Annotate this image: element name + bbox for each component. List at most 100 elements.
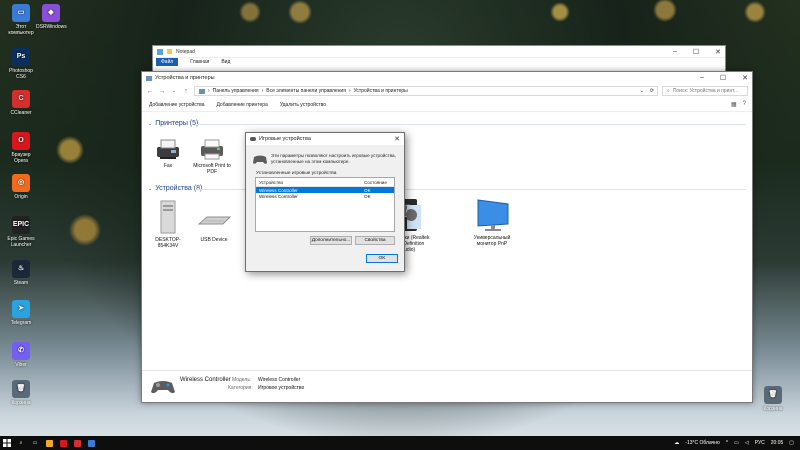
weather-text[interactable]: -13°C Облачно bbox=[685, 440, 720, 446]
start-button[interactable] bbox=[0, 436, 14, 450]
address-bar[interactable]: › Панель управления › Все элементы панел… bbox=[194, 86, 658, 96]
maximize-icon[interactable]: ☐ bbox=[720, 74, 726, 82]
app-icon: 🗑 bbox=[12, 380, 30, 398]
gamepad-icon bbox=[405, 209, 417, 221]
desktop-icon[interactable]: ➤ Telegram bbox=[6, 300, 36, 326]
tab-view[interactable]: Вид bbox=[221, 59, 230, 65]
gamepad-icon bbox=[250, 137, 256, 141]
device-desktop[interactable]: DESKTOP-854K34V bbox=[148, 200, 188, 249]
notifications-icon[interactable]: ▢ bbox=[789, 440, 794, 446]
devices-group-header[interactable]: ⌄ Устройства (8) bbox=[148, 185, 202, 192]
language-indicator[interactable]: РУС bbox=[755, 440, 765, 446]
weather-icon[interactable]: ☁ bbox=[674, 440, 679, 446]
properties-button[interactable]: Свойства bbox=[355, 236, 395, 245]
printers-group-header[interactable]: ⌄ Принтеры (5) bbox=[148, 120, 198, 127]
printers-group-title: Принтеры (5) bbox=[155, 120, 199, 127]
list-item[interactable]: Wireless Controller OK bbox=[256, 193, 394, 199]
refresh-icon[interactable]: ⟳ bbox=[650, 88, 654, 94]
explorer-titlebar[interactable]: Устройства и принтеры bbox=[142, 72, 752, 84]
tab-file[interactable]: Файл bbox=[156, 58, 179, 66]
chevron-down-icon[interactable]: ⌄ bbox=[148, 121, 152, 127]
forward-arrow-icon[interactable]: → bbox=[158, 88, 166, 95]
taskbar-app-control-panel[interactable] bbox=[84, 436, 98, 450]
dialog-titlebar[interactable]: Игровые устройства bbox=[246, 133, 404, 145]
opera-icon bbox=[59, 439, 67, 447]
game-controllers-dialog[interactable]: Игровые устройства ✕ Эти параметры позво… bbox=[245, 132, 405, 272]
device-controller-selected[interactable] bbox=[405, 205, 421, 229]
device-usb[interactable]: USB Device bbox=[194, 200, 234, 243]
devices-group-title: Устройства (8) bbox=[155, 185, 203, 192]
device-label: DESKTOP-854K34V bbox=[155, 237, 181, 249]
ok-button[interactable]: OK bbox=[366, 254, 398, 263]
taskbar-app-ccleaner[interactable] bbox=[70, 436, 84, 450]
group-divider bbox=[197, 124, 746, 125]
add-printer-button[interactable]: Добавление принтера bbox=[216, 102, 267, 108]
desktop-icon-label: Epic Games Launcher bbox=[7, 236, 35, 248]
desktop-icon-recycle-bin[interactable]: 🗑 Корзина bbox=[758, 386, 788, 412]
search-icon[interactable]: ⌕ bbox=[14, 436, 28, 450]
controllers-list[interactable]: Устройство Состояние Wireless Controller… bbox=[255, 177, 395, 232]
device-label: Универсальный монитор PnP bbox=[473, 235, 511, 247]
gamepad-icon bbox=[151, 381, 175, 394]
clock[interactable]: 20:05 bbox=[771, 440, 784, 446]
device-cell: Wireless Controller bbox=[259, 193, 298, 199]
volume-icon[interactable]: ◁ bbox=[745, 440, 749, 446]
desktop-icon[interactable]: 🗑 Корзина bbox=[6, 380, 36, 406]
taskbar-app-explorer[interactable] bbox=[42, 436, 56, 450]
add-device-button[interactable]: Добавление устройства bbox=[149, 102, 204, 108]
network-icon[interactable]: ▭ bbox=[734, 440, 739, 446]
view-options-icon[interactable]: ▦ bbox=[731, 101, 737, 108]
notepad-titlebar[interactable]: Notepad bbox=[153, 46, 725, 57]
desktop-icon[interactable]: ◎ Origin bbox=[6, 174, 36, 200]
desktop-icon[interactable]: Ps Photoshop CS6 bbox=[6, 48, 36, 80]
desktop-icon[interactable]: C CCleaner bbox=[6, 90, 36, 116]
taskbar: ⌕ ▭ ☁ -13°C Облачно ^ ▭ ◁ РУС 20:05 ▢ bbox=[0, 436, 800, 450]
chevron-down-icon[interactable]: ⌄ bbox=[170, 88, 178, 94]
search-input[interactable]: ⌕ Поиск: Устройства и принт... bbox=[662, 86, 748, 96]
desktop-icon[interactable]: ◆ DSRWindows bbox=[36, 4, 67, 30]
device-label: USB Device bbox=[200, 237, 228, 243]
chevron-down-icon[interactable]: ⌄ bbox=[148, 186, 152, 192]
desktop-icon-label: DSRWindows bbox=[36, 24, 67, 30]
desktop-icon[interactable]: ♨ Steam bbox=[6, 260, 36, 286]
system-tray: ☁ -13°C Облачно ^ ▭ ◁ РУС 20:05 ▢ bbox=[674, 440, 800, 446]
column-device[interactable]: Устройство bbox=[256, 180, 364, 185]
notepad-qat-icon[interactable] bbox=[167, 49, 172, 54]
desktop-icon[interactable]: EPIC Epic Games Launcher bbox=[6, 216, 36, 248]
dialog-description: Эти параметры позволяют настроить игровы… bbox=[271, 153, 396, 164]
model-value: Wireless Controller bbox=[258, 377, 301, 383]
breadcrumb-devices[interactable]: Устройства и принтеры bbox=[354, 88, 408, 94]
taskbar-app-opera[interactable] bbox=[56, 436, 70, 450]
column-status[interactable]: Состояние bbox=[364, 180, 394, 185]
devices-printers-window[interactable]: Устройства и принтеры – ☐ ✕ ← → ⌄ ↑ › Па… bbox=[141, 71, 753, 403]
tray-chevron-icon[interactable]: ^ bbox=[726, 440, 728, 446]
task-view-icon[interactable]: ▭ bbox=[28, 436, 42, 450]
up-arrow-icon[interactable]: ↑ bbox=[182, 88, 190, 95]
minimize-icon[interactable]: – bbox=[673, 48, 677, 56]
close-icon[interactable]: ✕ bbox=[742, 74, 748, 82]
search-icon: ⌕ bbox=[667, 88, 670, 94]
gamepad-icon bbox=[253, 155, 267, 164]
desktop-icon[interactable]: ▭ Этот компьютер bbox=[6, 4, 36, 36]
printer-microsoft-pdf[interactable]: Microsoft Print to PDF bbox=[192, 138, 232, 175]
close-icon[interactable]: ✕ bbox=[715, 48, 721, 56]
device-monitor[interactable]: Универсальный монитор PnP bbox=[470, 198, 514, 247]
notepad-app-icon bbox=[157, 48, 163, 55]
breadcrumb-all-items[interactable]: Все элементы панели управления bbox=[266, 88, 346, 94]
help-icon[interactable]: ? bbox=[743, 101, 746, 108]
tab-home[interactable]: Главная bbox=[190, 59, 209, 65]
minimize-icon[interactable]: – bbox=[700, 74, 704, 82]
back-arrow-icon[interactable]: ← bbox=[146, 88, 154, 95]
advanced-button[interactable]: Дополнительно... bbox=[310, 236, 352, 245]
printer-fax[interactable]: Fax bbox=[148, 138, 188, 169]
breadcrumb-control-panel[interactable]: Панель управления bbox=[213, 88, 259, 94]
breadcrumb-separator: › bbox=[348, 88, 351, 94]
list-item[interactable]: Wireless Controller OK bbox=[256, 187, 394, 193]
maximize-icon[interactable]: ☐ bbox=[693, 48, 699, 56]
remove-device-button[interactable]: Удалить устройство bbox=[280, 102, 326, 108]
ccleaner-icon bbox=[73, 439, 81, 447]
close-icon[interactable]: ✕ bbox=[394, 135, 400, 143]
desktop-icon[interactable]: O Браузер Opera bbox=[6, 132, 36, 164]
address-dropdown-icon[interactable]: ⌄ bbox=[640, 88, 644, 94]
desktop-icon[interactable]: ✆ Viber bbox=[6, 342, 36, 368]
